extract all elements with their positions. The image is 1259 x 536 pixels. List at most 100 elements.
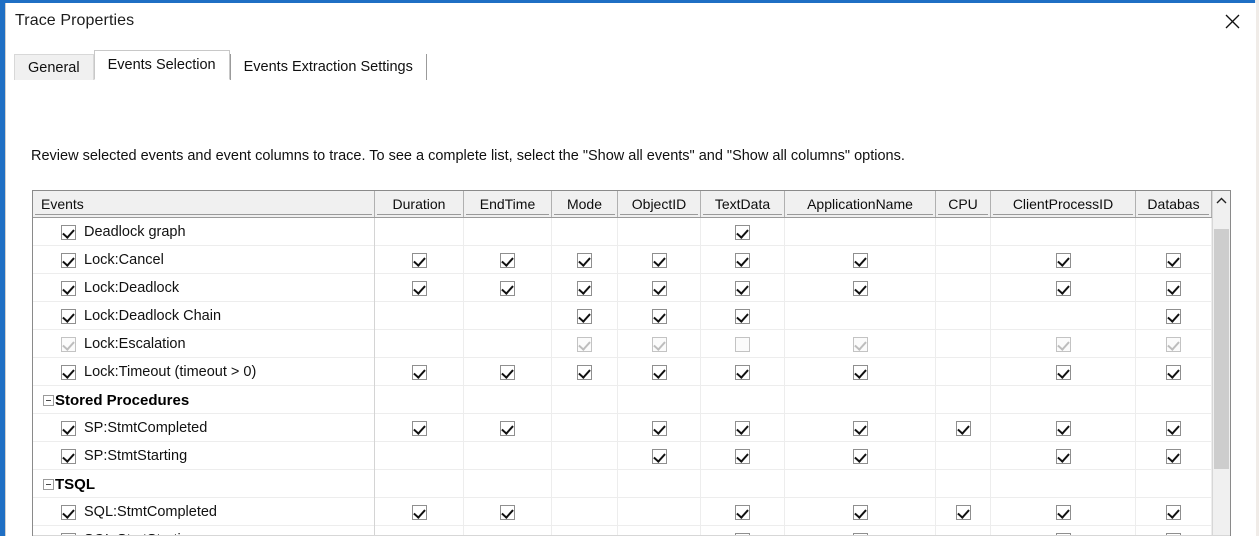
column-checkbox-duration[interactable] bbox=[411, 280, 427, 296]
column-checkbox-mode[interactable] bbox=[577, 308, 592, 324]
grid-event-row[interactable]: Lock:Cancel bbox=[33, 246, 1230, 274]
event-name-cell[interactable]: Lock:Cancel bbox=[33, 246, 375, 274]
cell-clientprocessid[interactable] bbox=[991, 386, 1136, 414]
event-select-checkbox[interactable] bbox=[61, 420, 76, 436]
column-checkbox-clientprocessid[interactable] bbox=[1055, 364, 1071, 380]
event-name-cell[interactable]: Lock:Timeout (timeout > 0) bbox=[33, 358, 375, 386]
cell-clientprocessid[interactable] bbox=[991, 498, 1136, 526]
cell-endtime[interactable] bbox=[464, 386, 552, 414]
grid-event-row[interactable]: Deadlock graph bbox=[33, 218, 1230, 246]
event-name-cell[interactable]: Lock:Escalation bbox=[33, 330, 375, 358]
column-checkbox-clientprocessid[interactable] bbox=[1055, 280, 1071, 296]
cell-mode[interactable] bbox=[552, 218, 618, 246]
column-checkbox-endtime[interactable] bbox=[500, 364, 515, 380]
column-checkbox-objectid[interactable] bbox=[651, 420, 667, 436]
column-checkbox-mode[interactable] bbox=[577, 280, 592, 296]
cell-clientprocessid[interactable] bbox=[991, 470, 1136, 498]
grid-group-row[interactable]: TSQL bbox=[33, 470, 1230, 498]
event-select-checkbox[interactable] bbox=[61, 280, 76, 296]
cell-mode[interactable] bbox=[552, 470, 618, 498]
cell-objectid[interactable] bbox=[618, 470, 701, 498]
grid-event-row[interactable]: Lock:Timeout (timeout > 0) bbox=[33, 358, 1230, 386]
cell-objectid[interactable] bbox=[618, 330, 701, 358]
event-name-cell[interactable]: SQL:StmtCompleted bbox=[33, 498, 375, 526]
cell-cpu[interactable] bbox=[936, 274, 991, 302]
cell-endtime[interactable] bbox=[464, 358, 552, 386]
cell-applicationname[interactable] bbox=[785, 498, 936, 526]
column-header-events[interactable]: Events bbox=[33, 191, 375, 217]
cell-database[interactable] bbox=[1136, 358, 1212, 386]
column-checkbox-textdata[interactable] bbox=[735, 224, 750, 240]
column-checkbox-applicationname[interactable] bbox=[852, 420, 868, 436]
cell-cpu[interactable] bbox=[936, 358, 991, 386]
event-name-cell[interactable]: Lock:Deadlock Chain bbox=[33, 302, 375, 330]
column-checkbox-clientprocessid[interactable] bbox=[1055, 420, 1071, 436]
cell-database[interactable] bbox=[1136, 442, 1212, 470]
cell-duration[interactable] bbox=[375, 358, 464, 386]
cell-clientprocessid[interactable] bbox=[991, 330, 1136, 358]
column-checkbox-database[interactable] bbox=[1166, 420, 1181, 436]
cell-applicationname[interactable] bbox=[785, 246, 936, 274]
cell-applicationname[interactable] bbox=[785, 218, 936, 246]
event-name-cell[interactable]: SP:StmtStarting bbox=[33, 442, 375, 470]
column-checkbox-endtime[interactable] bbox=[500, 420, 515, 436]
cell-applicationname[interactable] bbox=[785, 274, 936, 302]
event-select-checkbox[interactable] bbox=[61, 224, 76, 240]
column-checkbox-mode[interactable] bbox=[577, 364, 592, 380]
column-header-database[interactable]: Databas bbox=[1136, 191, 1212, 217]
column-checkbox-textdata[interactable] bbox=[735, 336, 750, 352]
event-name-cell[interactable]: SP:StmtCompleted bbox=[33, 414, 375, 442]
cell-database[interactable] bbox=[1136, 498, 1212, 526]
column-checkbox-endtime[interactable] bbox=[500, 280, 515, 296]
event-select-checkbox[interactable] bbox=[61, 364, 76, 380]
cell-objectid[interactable] bbox=[618, 498, 701, 526]
tab-general[interactable]: General bbox=[14, 54, 94, 80]
column-checkbox-textdata[interactable] bbox=[735, 252, 750, 268]
cell-textdata[interactable] bbox=[701, 246, 785, 274]
column-checkbox-database[interactable] bbox=[1166, 252, 1181, 268]
cell-duration[interactable] bbox=[375, 386, 464, 414]
column-checkbox-textdata[interactable] bbox=[735, 420, 750, 436]
cell-objectid[interactable] bbox=[618, 302, 701, 330]
column-header-clientprocessid[interactable]: ClientProcessID bbox=[991, 191, 1136, 217]
cell-objectid[interactable] bbox=[618, 414, 701, 442]
cell-clientprocessid[interactable] bbox=[991, 358, 1136, 386]
cell-textdata[interactable] bbox=[701, 414, 785, 442]
cell-database[interactable] bbox=[1136, 386, 1212, 414]
cell-endtime[interactable] bbox=[464, 414, 552, 442]
cell-endtime[interactable] bbox=[464, 246, 552, 274]
cell-applicationname[interactable] bbox=[785, 358, 936, 386]
column-checkbox-objectid[interactable] bbox=[651, 252, 667, 268]
cell-textdata[interactable] bbox=[701, 498, 785, 526]
cell-mode[interactable] bbox=[552, 442, 618, 470]
cell-endtime[interactable] bbox=[464, 498, 552, 526]
cell-duration[interactable] bbox=[375, 414, 464, 442]
cell-applicationname[interactable] bbox=[785, 442, 936, 470]
cell-duration[interactable] bbox=[375, 246, 464, 274]
cell-mode[interactable] bbox=[552, 274, 618, 302]
cell-database[interactable] bbox=[1136, 470, 1212, 498]
cell-applicationname[interactable] bbox=[785, 414, 936, 442]
column-header-applicationname[interactable]: ApplicationName bbox=[785, 191, 936, 217]
cell-database[interactable] bbox=[1136, 246, 1212, 274]
grid-event-row[interactable]: Lock:Deadlock bbox=[33, 274, 1230, 302]
cell-textdata[interactable] bbox=[701, 274, 785, 302]
cell-textdata[interactable] bbox=[701, 386, 785, 414]
column-checkbox-database[interactable] bbox=[1166, 336, 1181, 352]
column-checkbox-objectid[interactable] bbox=[651, 448, 667, 464]
column-checkbox-database[interactable] bbox=[1166, 280, 1181, 296]
column-checkbox-cpu[interactable] bbox=[955, 420, 971, 436]
cell-mode[interactable] bbox=[552, 358, 618, 386]
column-checkbox-endtime[interactable] bbox=[500, 252, 515, 268]
column-checkbox-objectid[interactable] bbox=[651, 308, 667, 324]
cell-textdata[interactable] bbox=[701, 442, 785, 470]
cell-cpu[interactable] bbox=[936, 470, 991, 498]
cell-objectid[interactable] bbox=[618, 386, 701, 414]
cell-mode[interactable] bbox=[552, 246, 618, 274]
cell-objectid[interactable] bbox=[618, 358, 701, 386]
column-checkbox-applicationname[interactable] bbox=[852, 336, 868, 352]
cell-cpu[interactable] bbox=[936, 414, 991, 442]
cell-endtime[interactable] bbox=[464, 218, 552, 246]
cell-clientprocessid[interactable] bbox=[991, 218, 1136, 246]
cell-duration[interactable] bbox=[375, 470, 464, 498]
